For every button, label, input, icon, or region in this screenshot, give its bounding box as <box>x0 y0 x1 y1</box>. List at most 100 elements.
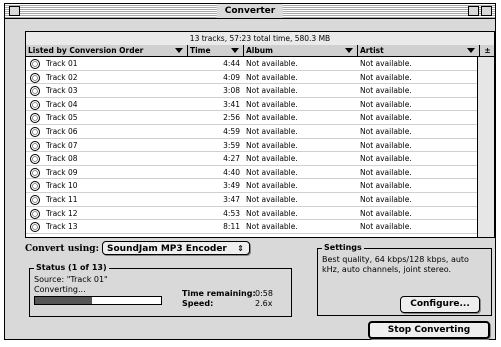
track-artist: Not available. <box>360 127 412 136</box>
cd-icon <box>30 127 40 137</box>
cd-icon <box>30 99 40 110</box>
sort-triangle-icon <box>467 48 475 53</box>
table-row[interactable]: Track 12 4:53 Not available. Not available. <box>26 207 479 221</box>
track-name: Track 04 <box>46 99 78 109</box>
track-album: Not available. <box>246 72 298 82</box>
sort-triangle-icon <box>175 48 183 53</box>
track-album: Not available. <box>246 59 298 68</box>
title-bar[interactable]: Converter <box>5 4 495 19</box>
track-artist: Not available. <box>360 222 412 232</box>
table-row[interactable]: Track 13 8:11 Not available. Not available. <box>26 220 479 234</box>
track-time: 4:09 <box>223 72 240 82</box>
configure-button[interactable]: Configure... <box>400 296 480 313</box>
track-name: Track 12 <box>46 208 78 218</box>
table-row[interactable]: Track 09 4:40 Not available. Not available. <box>26 166 479 180</box>
close-box-icon[interactable] <box>9 6 20 16</box>
track-album: Not available. <box>246 208 298 218</box>
track-album: Not available. <box>246 127 298 136</box>
encoder-value: SoundJam MP3 Encoder <box>107 244 227 254</box>
time-remaining-value: 0:58 <box>255 289 273 298</box>
table-row[interactable]: Track 03 3:08 Not available. Not available. <box>26 84 479 98</box>
track-summary: 13 tracks, 57:23 total time, 580.3 MB <box>26 32 494 46</box>
settings-text: Best quality, 64 kbps/128 kbps, auto kHz… <box>322 255 469 274</box>
column-label: Time <box>190 46 211 55</box>
table-row[interactable]: Track 02 4:09 Not available. Not available. <box>26 71 479 85</box>
track-album: Not available. <box>246 195 298 204</box>
table-row[interactable]: Track 08 4:27 Not available. Not available. <box>26 152 479 166</box>
column-header-artist[interactable]: Artist <box>358 45 480 57</box>
track-artist: Not available. <box>360 99 412 109</box>
speed-label: Speed: <box>182 299 214 308</box>
table-row[interactable]: Track 04 3:41 Not available. Not available. <box>26 98 479 112</box>
track-name: Track 08 <box>46 154 78 164</box>
track-album: Not available. <box>246 222 298 232</box>
track-time: 4:40 <box>223 167 240 177</box>
track-name: Track 13 <box>46 222 78 232</box>
track-time: 4:44 <box>223 59 240 68</box>
track-name: Track 03 <box>46 86 78 96</box>
converter-window: Converter 13 tracks, 57:23 total time, 5… <box>4 3 496 340</box>
status-label: Status (1 of 13) <box>34 263 109 272</box>
track-time: 8:11 <box>223 222 240 232</box>
settings-label: Settings <box>322 243 364 252</box>
track-name: Track 10 <box>46 181 78 191</box>
track-album: Not available. <box>246 181 298 191</box>
track-artist: Not available. <box>360 59 412 68</box>
track-artist: Not available. <box>360 154 412 164</box>
column-options-button[interactable]: ± <box>480 45 494 57</box>
track-album: Not available. <box>246 140 298 150</box>
table-row[interactable]: Track 10 3:49 Not available. Not available. <box>26 179 479 193</box>
track-artist: Not available. <box>360 195 412 204</box>
table-row[interactable]: Track 01 4:44 Not available. Not available. <box>26 57 479 71</box>
cd-icon <box>30 222 40 233</box>
stop-converting-button[interactable]: Stop Converting <box>368 321 490 339</box>
conversion-progress-bar <box>34 296 162 305</box>
vertical-scrollbar[interactable] <box>477 57 494 237</box>
cd-icon <box>30 140 40 151</box>
track-time: 4:59 <box>223 127 240 136</box>
track-artist: Not available. <box>360 181 412 191</box>
track-artist: Not available. <box>360 113 412 123</box>
track-time: 2:56 <box>223 113 240 123</box>
track-name: Track 07 <box>46 140 78 150</box>
track-artist: Not available. <box>360 140 412 150</box>
cd-icon <box>30 167 40 178</box>
speed-value: 2.6x <box>255 299 273 308</box>
settings-group: Settings Best quality, 64 kbps/128 kbps,… <box>317 243 492 316</box>
encoder-popup[interactable]: SoundJam MP3 Encoder ⇕ <box>102 241 250 255</box>
track-time: 3:49 <box>223 181 240 191</box>
track-artist: Not available. <box>360 72 412 82</box>
track-name: Track 06 <box>46 127 78 136</box>
cd-icon <box>30 59 40 69</box>
track-time: 3:47 <box>223 195 240 204</box>
track-album: Not available. <box>246 99 298 109</box>
status-source: Source: "Track 01" <box>34 275 108 284</box>
zoom-box-icon[interactable] <box>468 6 479 16</box>
track-album: Not available. <box>246 86 298 96</box>
cd-icon <box>30 208 40 219</box>
cd-icon <box>30 72 40 83</box>
column-label: Listed by Conversion Order <box>28 46 144 55</box>
track-album: Not available. <box>246 167 298 177</box>
collapse-box-icon[interactable] <box>481 6 492 16</box>
sort-triangle-icon <box>231 48 239 53</box>
table-row[interactable]: Track 11 3:47 Not available. Not available. <box>26 193 479 207</box>
track-time: 3:41 <box>223 99 240 109</box>
track-artist: Not available. <box>360 86 412 96</box>
progress-fill <box>35 297 92 304</box>
table-row[interactable]: Track 06 4:59 Not available. Not available. <box>26 125 479 139</box>
popup-arrows-icon: ⇕ <box>237 244 244 253</box>
column-header-order[interactable]: Listed by Conversion Order <box>26 45 188 57</box>
cd-icon <box>30 181 40 192</box>
column-header-album[interactable]: Album <box>244 45 358 57</box>
table-row[interactable]: Track 05 2:56 Not available. Not available. <box>26 111 479 125</box>
cd-icon <box>30 154 40 165</box>
column-header-time[interactable]: Time <box>188 45 244 57</box>
track-name: Track 05 <box>46 113 78 123</box>
track-name: Track 09 <box>46 167 78 177</box>
time-remaining-label: Time remaining: <box>182 289 256 298</box>
sort-triangle-icon <box>345 48 353 53</box>
cd-icon <box>30 195 40 205</box>
table-row[interactable]: Track 07 3:59 Not available. Not available. <box>26 139 479 153</box>
column-label: Album <box>246 46 273 55</box>
